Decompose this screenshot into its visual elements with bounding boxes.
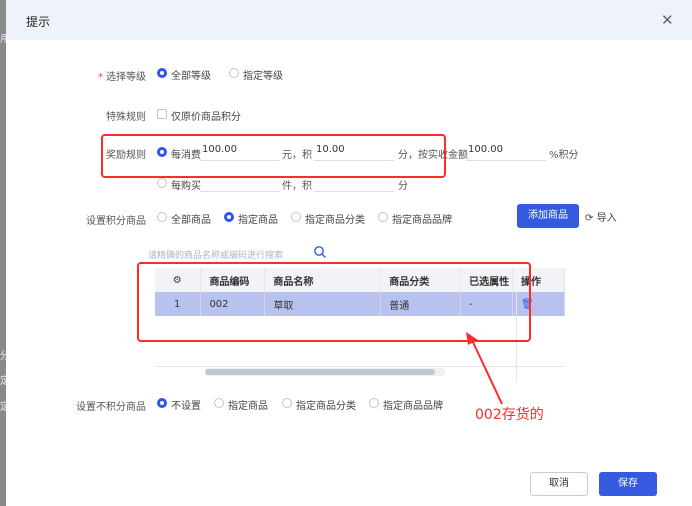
unit-text: 件，积 bbox=[282, 181, 312, 192]
add-goods-button[interactable]: 添加商品 bbox=[517, 204, 579, 228]
close-icon[interactable]: ✕ bbox=[661, 11, 674, 29]
radio-np-goods-category[interactable] bbox=[282, 398, 292, 408]
horizontal-scrollbar[interactable] bbox=[205, 368, 445, 376]
option-label: 指定商品分类 bbox=[296, 401, 356, 412]
non-points-goods-label: 设置不积分商品 bbox=[76, 402, 146, 413]
dialog-title: 提示 bbox=[26, 15, 51, 29]
import-link[interactable]: ⟳ 导入 bbox=[585, 209, 617, 224]
option-label: 指定商品品牌 bbox=[383, 401, 443, 412]
radio-per-purchase[interactable] bbox=[157, 178, 167, 188]
percent-input[interactable]: 100.00 bbox=[466, 139, 546, 161]
goods-search-input[interactable]: 请精确的商品名称或编码进行搜索 bbox=[148, 248, 283, 261]
radio-all-goods[interactable] bbox=[157, 212, 167, 222]
unit-text: %积分 bbox=[549, 150, 579, 161]
radio-np-specific-goods[interactable] bbox=[214, 398, 224, 408]
radio-goods-brand[interactable] bbox=[378, 212, 388, 222]
radio-specific-level[interactable] bbox=[229, 68, 239, 78]
option-label: 每购买 bbox=[171, 181, 201, 192]
level-label: * 选择等级 bbox=[98, 72, 146, 83]
import-label: 导入 bbox=[596, 213, 617, 224]
option-label: 指定商品品牌 bbox=[392, 215, 452, 226]
option-label: 全部等级 bbox=[171, 71, 211, 82]
annotation-text: 002存货的 bbox=[475, 407, 544, 423]
special-rule-label: 特殊规则 bbox=[106, 112, 146, 123]
radio-specific-goods[interactable] bbox=[224, 212, 234, 222]
unit-text: 分 bbox=[398, 181, 408, 192]
option-label: 指定等级 bbox=[243, 71, 283, 82]
annotation-box-reward-rule bbox=[101, 134, 446, 178]
annotation-arrow bbox=[466, 332, 503, 405]
save-button[interactable]: 保存 bbox=[599, 472, 657, 496]
points-goods-label: 设置积分商品 bbox=[86, 216, 146, 227]
radio-not-set[interactable] bbox=[157, 398, 167, 408]
search-icon[interactable] bbox=[313, 245, 327, 259]
radio-goods-category[interactable] bbox=[291, 212, 301, 222]
dialog: 提示 ✕ * 选择等级 全部等级 指定等级 特殊规则 仅原价商品积分 奖励规则 每… bbox=[6, 0, 692, 506]
radio-all-levels[interactable] bbox=[157, 68, 167, 78]
cancel-button[interactable]: 取消 bbox=[530, 472, 588, 496]
option-label: 不设置 bbox=[171, 401, 201, 412]
scrollbar-thumb[interactable] bbox=[205, 369, 435, 375]
option-label: 指定商品分类 bbox=[305, 215, 365, 226]
option-label: 全部商品 bbox=[171, 215, 211, 226]
radio-np-goods-brand[interactable] bbox=[369, 398, 379, 408]
option-label: 指定商品 bbox=[228, 401, 268, 412]
original-price-checkbox[interactable] bbox=[157, 109, 167, 119]
checkbox-label: 仅原价商品积分 bbox=[171, 112, 241, 123]
refresh-icon: ⟳ bbox=[585, 213, 594, 224]
dialog-header: 提示 ✕ bbox=[6, 0, 692, 40]
option-label: 指定商品 bbox=[238, 215, 278, 226]
